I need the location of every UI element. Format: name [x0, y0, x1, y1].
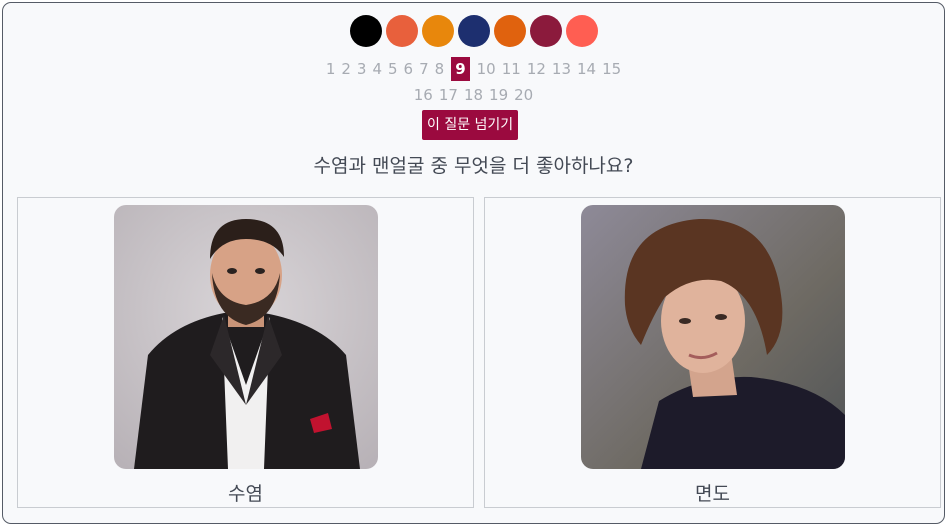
page-number[interactable]: 5: [385, 57, 401, 81]
page-number[interactable]: 2: [338, 57, 354, 81]
page-number[interactable]: 20: [511, 83, 536, 107]
page-number[interactable]: 6: [401, 57, 417, 81]
skip-question-button[interactable]: 이 질문 넘기기: [422, 110, 519, 140]
question-pagination-row-1: 1 2 3 4 5 6 7 8 9 10 11 12 13 14 15: [3, 57, 944, 81]
quiz-panel: 1 2 3 4 5 6 7 8 9 10 11 12 13 14 15 16 1…: [2, 2, 945, 524]
color-swatch[interactable]: [349, 15, 382, 47]
option-label: 수염: [228, 483, 263, 505]
color-swatch[interactable]: [529, 15, 562, 47]
bearded-man-photo: [114, 205, 378, 469]
color-swatch[interactable]: [565, 15, 598, 47]
page-number[interactable]: 17: [436, 83, 461, 107]
page-number[interactable]: 15: [599, 57, 624, 81]
color-swatch[interactable]: [493, 15, 526, 47]
page-number[interactable]: 7: [416, 57, 432, 81]
page-number[interactable]: 12: [524, 57, 549, 81]
page-number-current[interactable]: 9: [451, 57, 470, 81]
page-number[interactable]: 13: [549, 57, 574, 81]
page-number[interactable]: 11: [499, 57, 524, 81]
question-text: 수염과 맨얼굴 중 무엇을 더 좋아하나요?: [313, 155, 634, 177]
page-number[interactable]: 16: [411, 83, 436, 107]
page-number[interactable]: 1: [323, 57, 339, 81]
option-card-beard[interactable]: 수염: [17, 197, 474, 508]
clean-shaven-man-photo: [581, 205, 845, 469]
page-number[interactable]: 19: [486, 83, 511, 107]
question-pagination-row-2: 16 17 18 19 20: [3, 83, 944, 107]
page-number[interactable]: 4: [369, 57, 385, 81]
page-number[interactable]: 18: [461, 83, 486, 107]
page-number[interactable]: 3: [354, 57, 370, 81]
color-swatch[interactable]: [385, 15, 418, 47]
color-swatch[interactable]: [421, 15, 454, 47]
page-number[interactable]: 8: [432, 57, 448, 81]
color-swatch-row: [3, 15, 944, 47]
option-label: 면도: [695, 483, 730, 505]
page-number[interactable]: 14: [574, 57, 599, 81]
option-card-shaved[interactable]: 면도: [484, 197, 941, 508]
page-number[interactable]: 10: [474, 57, 499, 81]
color-swatch[interactable]: [457, 15, 490, 47]
